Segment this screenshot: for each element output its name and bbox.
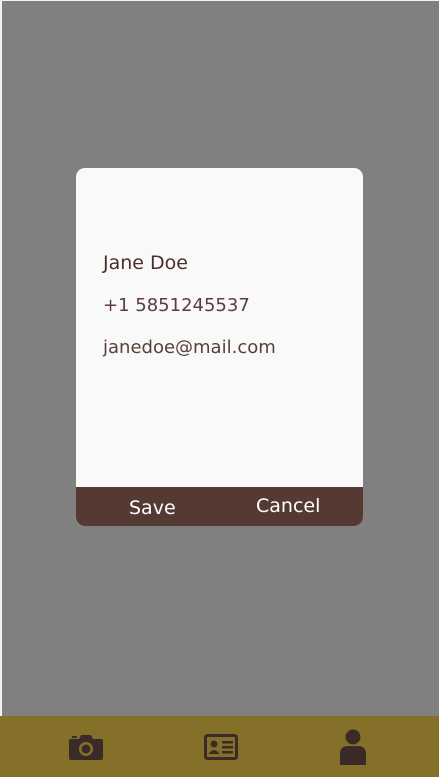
dialog-action-bar: Save Cancel (76, 487, 363, 526)
bottom-navigation (0, 716, 439, 777)
nav-contacts[interactable] (191, 716, 251, 777)
nav-camera[interactable] (56, 716, 116, 777)
cancel-button[interactable]: Cancel (256, 487, 320, 526)
contact-email: janedoe@mail.com (103, 337, 276, 358)
screen: Jane Doe +1 5851245537 janedoe@mail.com … (0, 0, 439, 777)
person-icon (340, 729, 366, 765)
screen-edge-left (0, 0, 2, 716)
contact-dialog: Jane Doe +1 5851245537 janedoe@mail.com … (76, 168, 363, 526)
contact-card-icon (204, 733, 238, 760)
nav-profile[interactable] (323, 716, 383, 777)
save-button[interactable]: Save (129, 489, 176, 526)
contact-name: Jane Doe (103, 252, 188, 274)
screen-edge-top (0, 0, 439, 1)
contact-phone: +1 5851245537 (103, 295, 250, 316)
camera-icon (69, 734, 103, 760)
